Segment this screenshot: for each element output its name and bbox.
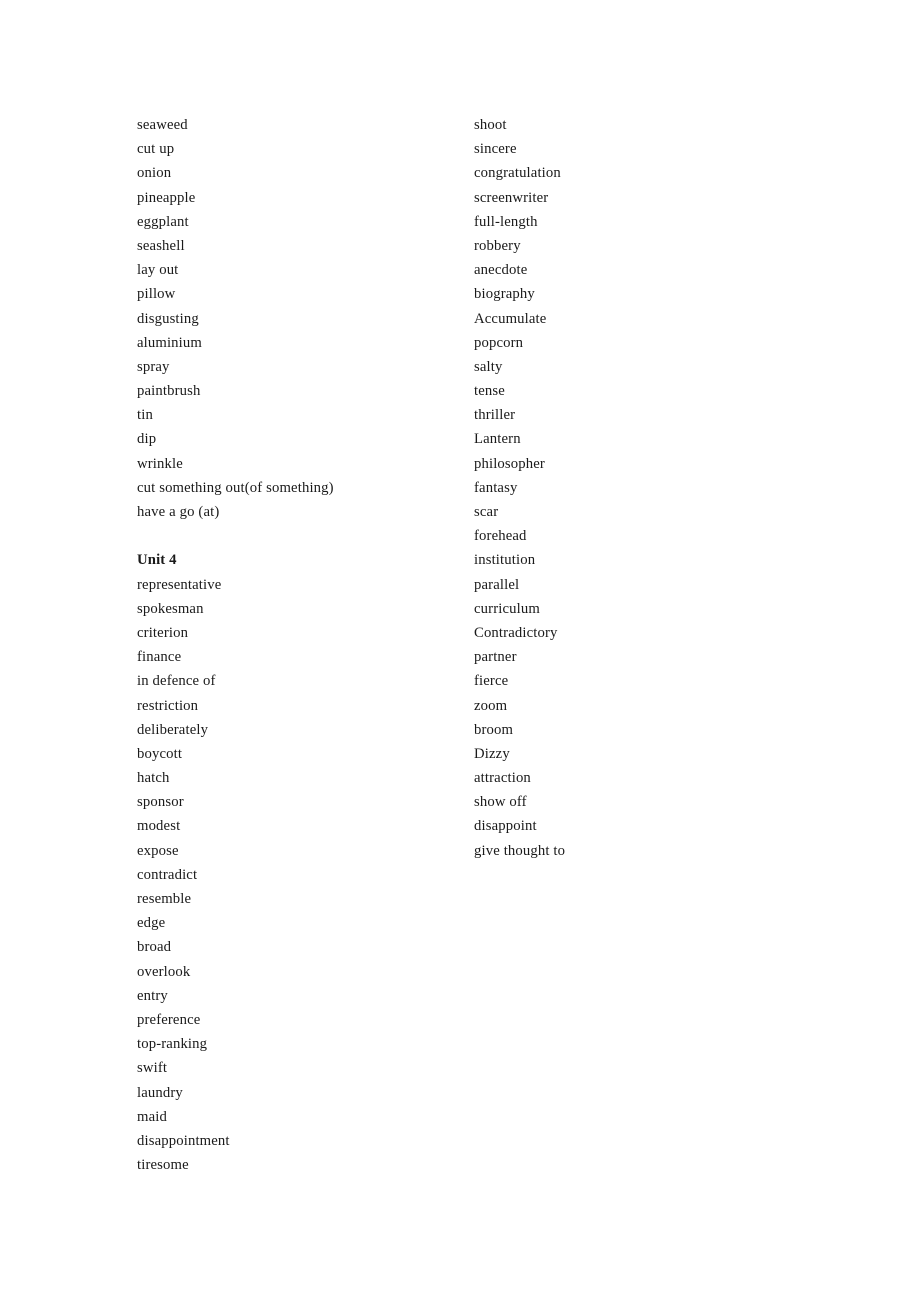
vocabulary-item: overlook (137, 963, 191, 980)
vocabulary-item: dip (137, 431, 157, 448)
vocabulary-item: disappoint (474, 818, 537, 835)
vocabulary-item: shoot (474, 117, 507, 133)
vocabulary-item: boycott (137, 745, 183, 762)
vocabulary-item: full-length (474, 213, 538, 230)
vocabulary-item: tense (474, 383, 505, 400)
vocabulary-item: wrinkle (137, 455, 183, 472)
left-column: seaweed cut up onion pineapple eggplant seash… (137, 113, 457, 1177)
vocabulary-item: modest (137, 818, 181, 835)
vocabulary-item: thriller (474, 407, 516, 424)
vocabulary-item: give thought to (474, 842, 566, 859)
vocabulary-item: Contradictory (474, 624, 558, 641)
vocabulary-item: parallel (474, 576, 520, 593)
vocabulary-item: spray (137, 358, 170, 375)
vocabulary-item: swift (137, 1060, 168, 1077)
vocabulary-item: seaweed (137, 117, 188, 133)
vocabulary-item: attraction (474, 770, 531, 787)
vocabulary-item: biography (474, 286, 535, 303)
vocabulary-item: zoom (474, 697, 508, 714)
vocabulary-item: top-ranking (137, 1036, 208, 1053)
vocabulary-item: paintbrush (137, 383, 201, 400)
vocabulary-item: maid (137, 1108, 167, 1125)
vocabulary-item: tin (137, 407, 153, 424)
vocabulary-item: resemble (137, 891, 192, 907)
vocabulary-item: cut up (137, 141, 175, 158)
vocabulary-item: restriction (137, 697, 199, 714)
vocabulary-item: partner (474, 649, 517, 666)
vocabulary-item: disappointment (137, 1132, 230, 1149)
vocabulary-item: screenwriter (474, 189, 549, 206)
vocabulary-item: fierce (474, 673, 509, 690)
vocabulary-item: laundry (137, 1084, 183, 1101)
vocabulary-item: broom (474, 721, 514, 738)
vocabulary-item: in defence of (137, 673, 216, 690)
vocabulary-item: sincere (474, 141, 517, 158)
vocabulary-item: finance (137, 649, 182, 666)
vocabulary-item: anecdote (474, 262, 528, 279)
vocabulary-item: institution (474, 552, 536, 569)
vocabulary-item: onion (137, 165, 172, 182)
vocabulary-item: lay out (137, 262, 179, 279)
vocabulary-item: edge (137, 915, 166, 932)
vocabulary-item: spokesman (137, 600, 204, 617)
vocabulary-item: congratulation (474, 165, 561, 182)
right-column: shoot sincere congratulation screenwriter fu… (474, 113, 804, 863)
vocabulary-item: philosopher (474, 455, 545, 472)
vocabulary-item: disgusting (137, 310, 199, 327)
document-page: seaweed cut up onion pineapple eggplant seash… (0, 0, 920, 1302)
vocabulary-item: representative (137, 576, 222, 593)
vocabulary-item: robbery (474, 237, 521, 254)
vocabulary-item: hatch (137, 770, 170, 787)
vocabulary-item: seashell (137, 237, 185, 254)
vocabulary-item: Accumulate (474, 310, 547, 327)
vocabulary-item: broad (137, 939, 172, 956)
vocabulary-item: forehead (474, 528, 527, 545)
vocabulary-item: have a go (at) (137, 504, 220, 520)
vocabulary-item: salty (474, 358, 503, 375)
vocabulary-item: cut something out(of something) (137, 479, 334, 496)
vocabulary-item: tiresome (137, 1157, 189, 1174)
vocabulary-item: entry (137, 987, 168, 1004)
vocabulary-item: popcorn (474, 334, 524, 351)
vocabulary-item: show off (474, 794, 527, 811)
vocabulary-item: pineapple (137, 189, 196, 206)
vocabulary-item: aluminium (137, 334, 202, 351)
vocabulary-item: contradict (137, 866, 198, 883)
vocabulary-item: preference (137, 1011, 201, 1028)
vocabulary-item: expose (137, 842, 179, 859)
vocabulary-item: curriculum (474, 600, 540, 617)
vocabulary-item: scar (474, 504, 499, 520)
vocabulary-item: pillow (137, 286, 176, 303)
vocabulary-item: fantasy (474, 479, 518, 496)
vocabulary-item: criterion (137, 624, 189, 641)
vocabulary-item: Dizzy (474, 745, 510, 762)
vocabulary-item: Lantern (474, 431, 521, 448)
two-column-word-list: seaweed cut up onion pineapple eggplant seash… (0, 113, 920, 1273)
vocabulary-item: deliberately (137, 721, 209, 738)
vocabulary-item: sponsor (137, 794, 184, 811)
vocabulary-item: eggplant (137, 213, 189, 230)
unit-heading: Unit 4 (137, 552, 177, 569)
